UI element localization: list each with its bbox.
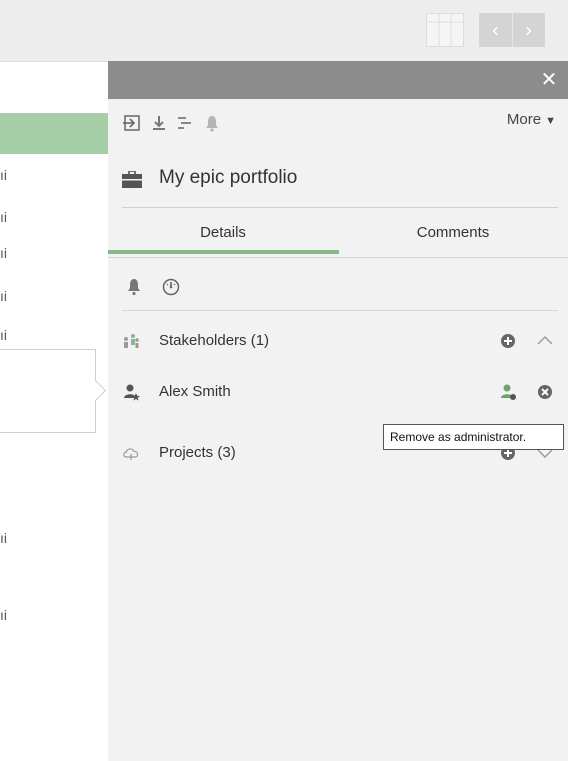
divider bbox=[108, 257, 568, 258]
download-icon[interactable] bbox=[149, 113, 169, 133]
detail-panel: ✕ More ▼ My epic portfolio Details Comme… bbox=[108, 61, 568, 761]
panel-toolbar: More ▼ bbox=[122, 111, 556, 135]
chevron-left-icon: ‹ bbox=[491, 18, 500, 42]
administrator-icon bbox=[122, 383, 140, 401]
briefcase-icon bbox=[122, 170, 142, 188]
list-item-fragment[interactable]: ıi bbox=[0, 209, 7, 225]
bell-icon[interactable] bbox=[202, 113, 222, 133]
portfolio-header: My epic portfolio bbox=[122, 167, 558, 195]
pager: ‹ › bbox=[479, 13, 545, 47]
close-icon[interactable]: ✕ bbox=[536, 67, 562, 93]
list-item-fragment[interactable]: ıi bbox=[0, 607, 7, 623]
more-menu-button[interactable]: More ▼ bbox=[507, 111, 556, 128]
tab-comments[interactable]: Comments bbox=[338, 219, 568, 257]
top-toolbar: ‹ › bbox=[0, 0, 568, 62]
tab-bar: Details Comments bbox=[108, 219, 568, 257]
caret-down-icon: ▼ bbox=[545, 115, 556, 127]
more-label: More bbox=[506, 111, 542, 128]
divider bbox=[122, 207, 558, 208]
list-item-fragment[interactable]: ıi bbox=[0, 167, 7, 183]
cloud-icon bbox=[122, 444, 140, 462]
list-item-fragment[interactable]: ıi bbox=[0, 530, 7, 546]
chevron-up-icon[interactable] bbox=[536, 332, 554, 350]
add-stakeholder-button[interactable] bbox=[499, 332, 517, 350]
tooltip: Remove as administrator. bbox=[383, 424, 564, 450]
divider bbox=[122, 310, 558, 311]
selected-row-highlight[interactable] bbox=[0, 113, 108, 154]
grid-view-icon[interactable] bbox=[426, 13, 464, 47]
toggle-administrator-button[interactable] bbox=[499, 383, 517, 401]
popover-card bbox=[0, 349, 96, 433]
chevron-right-icon: › bbox=[524, 18, 533, 42]
projects-label: Projects (3) bbox=[159, 444, 236, 461]
panel-header: ✕ bbox=[108, 61, 568, 99]
previous-button[interactable]: ‹ bbox=[479, 13, 512, 47]
page-title: My epic portfolio bbox=[159, 167, 298, 188]
list-item-fragment[interactable]: ıi bbox=[0, 327, 7, 343]
stakeholder-name: Alex Smith bbox=[159, 383, 231, 400]
list-item-fragment[interactable]: ıi bbox=[0, 288, 7, 304]
bell-icon[interactable] bbox=[126, 278, 142, 301]
gauge-icon[interactable] bbox=[162, 278, 180, 301]
next-button[interactable]: › bbox=[511, 13, 546, 47]
remove-stakeholder-button[interactable] bbox=[536, 383, 554, 401]
stakeholders-label: Stakeholders (1) bbox=[159, 332, 270, 349]
export-icon[interactable] bbox=[122, 113, 142, 133]
stakeholders-icon bbox=[122, 332, 140, 350]
stakeholders-section-header[interactable]: Stakeholders (1) bbox=[122, 330, 554, 354]
list-item-fragment[interactable]: ıi bbox=[0, 245, 7, 261]
active-tab-indicator bbox=[108, 250, 339, 254]
stakeholder-row[interactable]: Alex Smith bbox=[122, 381, 554, 405]
gantt-icon[interactable] bbox=[174, 113, 194, 133]
